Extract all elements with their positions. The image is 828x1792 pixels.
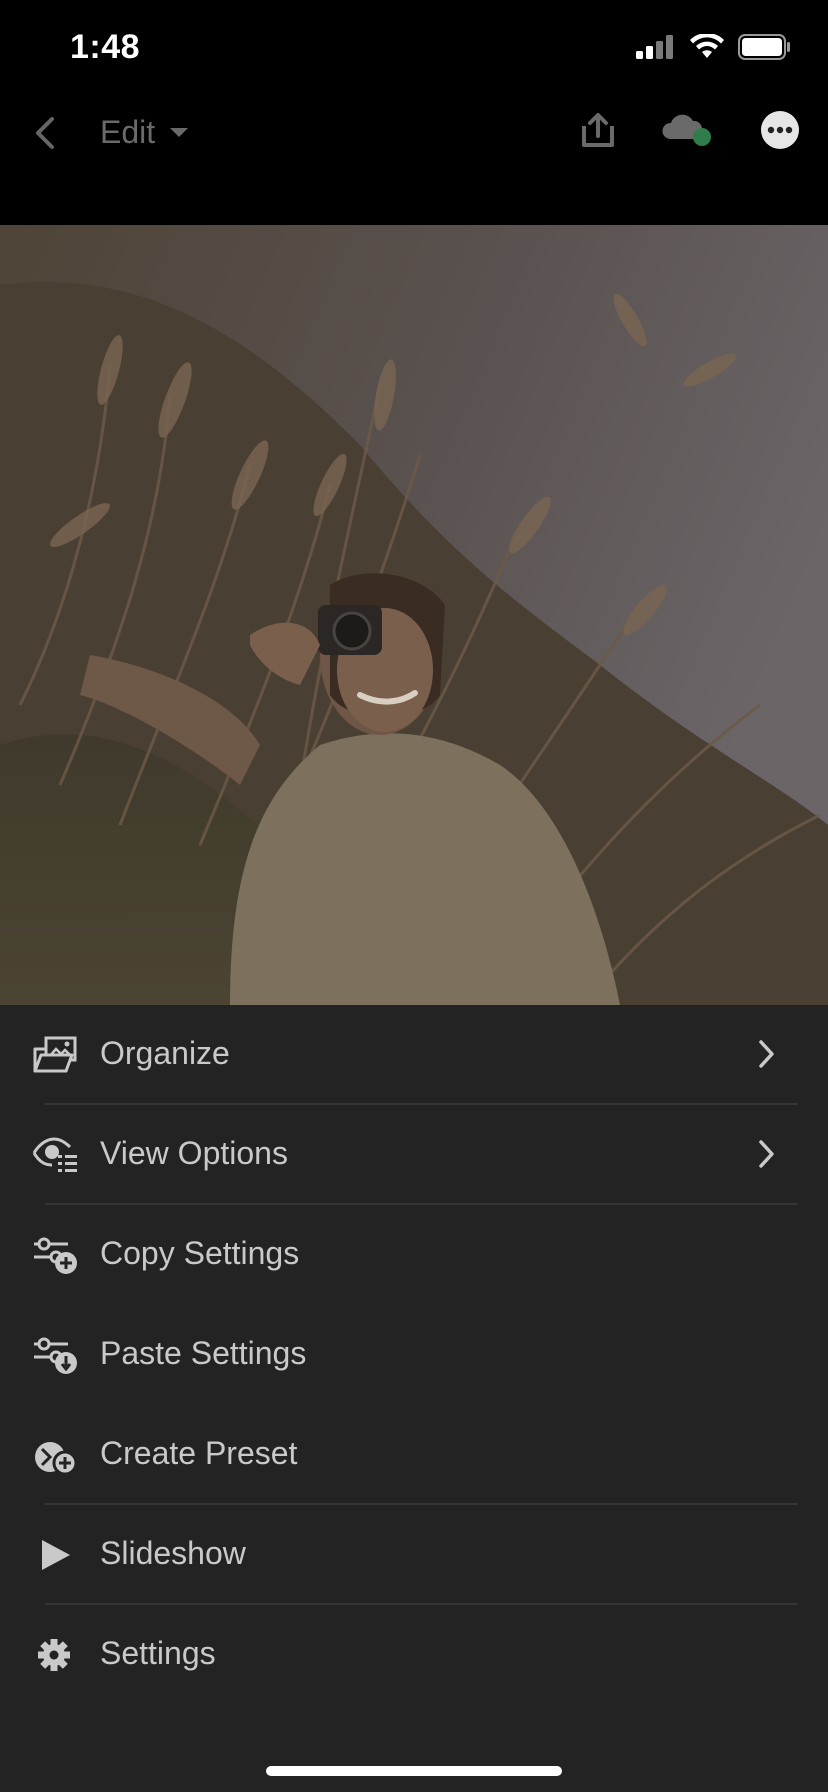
menu-item-label: View Options [100,1135,288,1171]
menu-item-copy-settings[interactable]: Copy Settings [0,1205,828,1305]
wifi-icon [690,34,724,58]
edit-mode-label: Edit [100,114,156,150]
home-indicator[interactable] [266,1766,562,1776]
signal-icon [636,35,673,59]
menu-item-view-options[interactable]: View Options [0,1105,828,1205]
menu-item-label: Copy Settings [100,1235,300,1271]
status-bar: 1:48 [0,0,828,100]
photo-image [0,225,828,1005]
play-icon [42,1540,70,1570]
menu-item-label: Slideshow [100,1535,246,1571]
cloud-sync-icon[interactable] [662,113,714,147]
menu-item-slideshow[interactable]: Slideshow [0,1505,828,1605]
status-icons [636,34,792,60]
battery-icon [738,34,790,60]
menu-item-label: Paste Settings [100,1335,307,1371]
share-icon[interactable] [580,112,616,148]
menu-item-paste-settings[interactable]: Paste Settings [0,1305,828,1405]
app-bar: Edit [0,100,828,225]
menu-item-label: Organize [100,1035,230,1071]
preset-plus-icon [35,1442,78,1475]
more-icon[interactable] [760,110,800,150]
eye-list-icon [32,1137,77,1172]
sliders-plus-icon [34,1237,77,1274]
more-menu-sheet: Organize View Options Copy Settings Past… [0,1005,828,1792]
chevron-left-icon[interactable] [30,115,60,151]
chevron-right-icon [759,1040,774,1068]
photo-preview [0,225,828,1005]
chevron-right-icon [759,1140,774,1168]
menu-item-organize[interactable]: Organize [0,1005,828,1105]
status-time: 1:48 [70,28,141,66]
folder-photo-icon [33,1036,77,1073]
menu-item-label: Settings [100,1635,216,1671]
menu-item-label: Create Preset [100,1435,298,1471]
menu-item-create-preset[interactable]: Create Preset [0,1405,828,1505]
caret-down-icon [170,127,189,137]
gear-icon [38,1639,70,1671]
edit-mode-dropdown[interactable]: Edit [100,114,189,151]
menu-item-settings[interactable]: Settings [0,1605,828,1705]
sliders-download-icon [34,1337,77,1374]
